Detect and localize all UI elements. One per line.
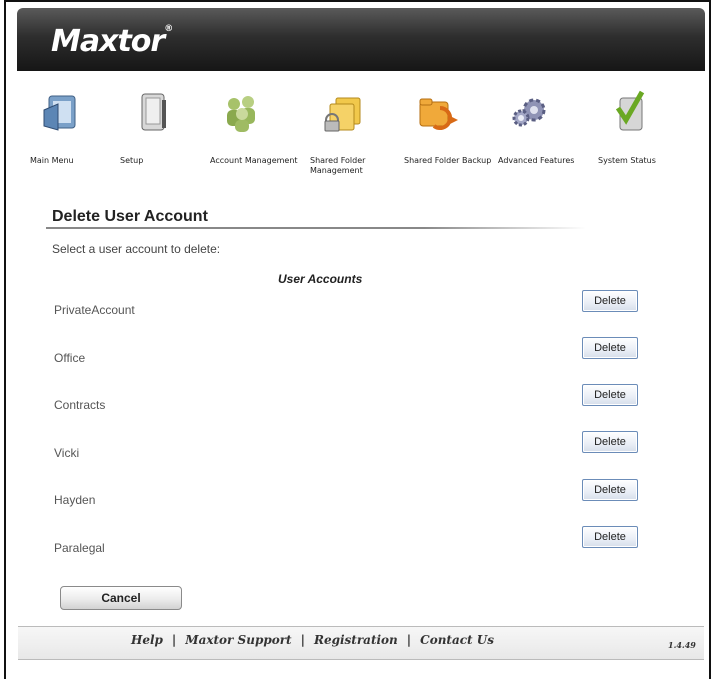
shared-folder-backup-icon bbox=[419, 98, 458, 130]
logo-text: Maxtor bbox=[51, 24, 165, 59]
maxtor-logo: Maxtor® bbox=[51, 24, 173, 59]
nav-item-advanced-features[interactable]: Advanced Features bbox=[498, 90, 588, 166]
footer-separator: | bbox=[171, 633, 177, 647]
nav-label-shared-folder-management: Shared Folder Management bbox=[310, 156, 366, 175]
main-menu-icon bbox=[43, 95, 76, 131]
nav-label-system-status: System Status bbox=[598, 156, 656, 165]
nav-label-advanced-features: Advanced Features bbox=[498, 156, 575, 165]
nav-label-main-menu: Main Menu bbox=[30, 156, 74, 165]
help-link[interactable]: Help bbox=[131, 633, 163, 647]
registration-link[interactable]: Registration bbox=[314, 633, 398, 647]
cancel-button[interactable]: Cancel bbox=[60, 586, 182, 610]
footer-separator: | bbox=[406, 633, 412, 647]
logo-mark: ® bbox=[164, 24, 173, 34]
title-divider bbox=[46, 227, 586, 229]
account-name-contracts: Contracts bbox=[54, 398, 106, 412]
system-status-icon bbox=[615, 90, 645, 131]
nav-item-shared-folder-management[interactable]: Shared Folder Management bbox=[310, 90, 400, 176]
nav-label-shared-folder-backup: Shared Folder Backup bbox=[404, 156, 492, 165]
shared-folder-management-icon bbox=[324, 97, 361, 132]
setup-icon bbox=[141, 93, 166, 131]
account-name-privateaccount: PrivateAccount bbox=[54, 303, 135, 317]
delete-button-vicki[interactable]: Delete bbox=[582, 431, 638, 453]
delete-button-hayden[interactable]: Delete bbox=[582, 479, 638, 501]
nav-item-account-management[interactable]: Account Management bbox=[210, 90, 300, 166]
page-instructions: Select a user account to delete: bbox=[52, 242, 221, 256]
maxtor-support-link[interactable]: Maxtor Support bbox=[185, 633, 291, 647]
user-accounts-header: User Accounts bbox=[278, 272, 363, 286]
contact-us-link[interactable]: Contact Us bbox=[420, 633, 494, 647]
delete-button-paralegal[interactable]: Delete bbox=[582, 526, 638, 548]
page-title: Delete User Account bbox=[52, 208, 208, 225]
nav-label-setup: Setup bbox=[120, 156, 144, 165]
nav-item-main-menu[interactable]: Main Menu bbox=[30, 90, 120, 166]
advanced-features-icon bbox=[512, 98, 546, 127]
account-name-paralegal: Paralegal bbox=[54, 541, 105, 555]
version-number: 1.4.49 bbox=[668, 640, 696, 650]
footer-divider-bottom bbox=[18, 659, 704, 660]
nav-item-shared-folder-backup[interactable]: Shared Folder Backup bbox=[404, 90, 494, 166]
footer-separator: | bbox=[300, 633, 305, 647]
nav-item-setup[interactable]: Setup bbox=[120, 90, 210, 166]
delete-button-privateaccount[interactable]: Delete bbox=[582, 290, 638, 312]
delete-button-office[interactable]: Delete bbox=[582, 337, 638, 359]
footer-links: Help | Maxtor Support | Registration | Contact… bbox=[131, 633, 494, 647]
header-bar: Maxtor® bbox=[17, 8, 705, 71]
account-name-vicki: Vicki bbox=[54, 446, 80, 460]
account-name-office: Office bbox=[54, 351, 86, 365]
main-navigation: Main Menu Setup Account Management Share… bbox=[30, 90, 710, 190]
nav-label-account-management: Account Management bbox=[210, 156, 298, 165]
nav-item-system-status[interactable]: System Status bbox=[598, 90, 688, 166]
delete-button-contracts[interactable]: Delete bbox=[582, 384, 638, 406]
account-name-hayden: Hayden bbox=[54, 493, 96, 507]
account-management-icon bbox=[227, 96, 255, 132]
